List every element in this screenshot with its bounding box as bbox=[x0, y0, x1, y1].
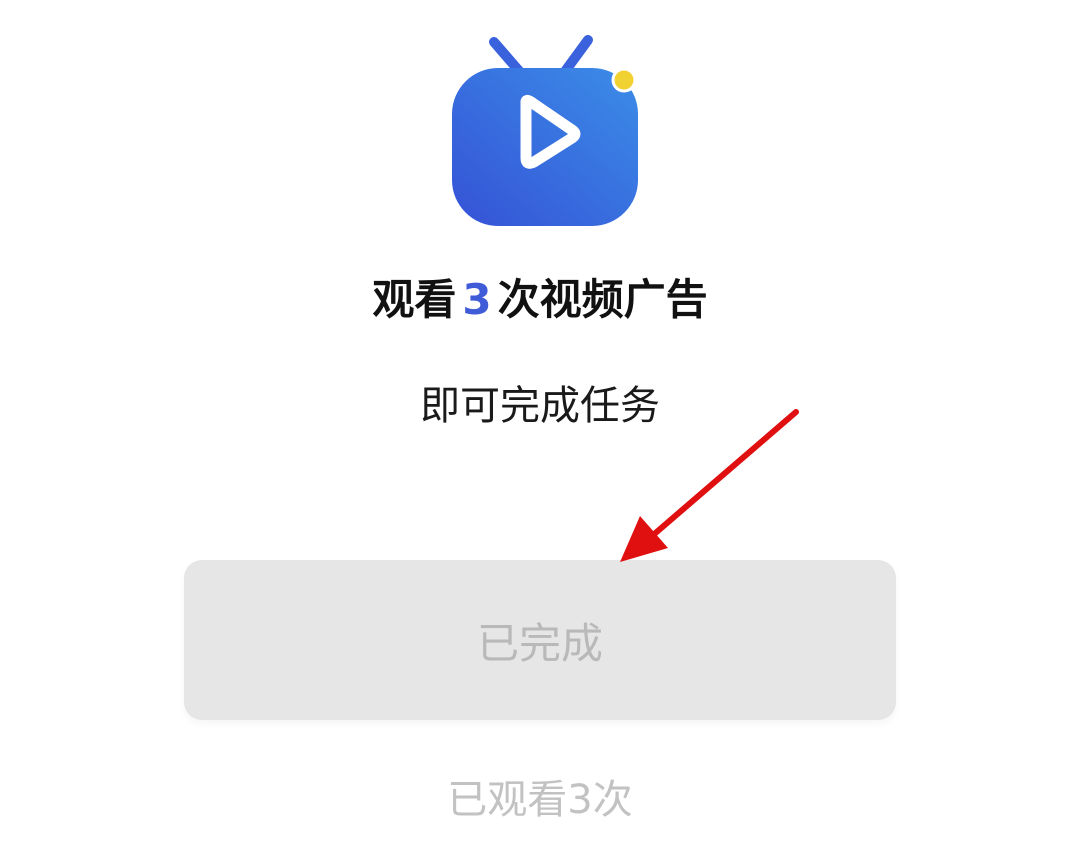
task-title: 观看 3 次视频广告 bbox=[0, 268, 1080, 332]
task-subtitle: 即可完成任务 bbox=[420, 383, 660, 429]
watched-count-text: 已观看3次 bbox=[447, 777, 633, 823]
task-title-count: 3 bbox=[462, 275, 492, 324]
task-title-prefix: 观看 bbox=[372, 275, 457, 324]
tv-play-icon bbox=[448, 30, 644, 230]
completed-button[interactable]: 已完成 bbox=[184, 560, 896, 720]
task-title-suffix: 次视频广告 bbox=[497, 275, 708, 324]
